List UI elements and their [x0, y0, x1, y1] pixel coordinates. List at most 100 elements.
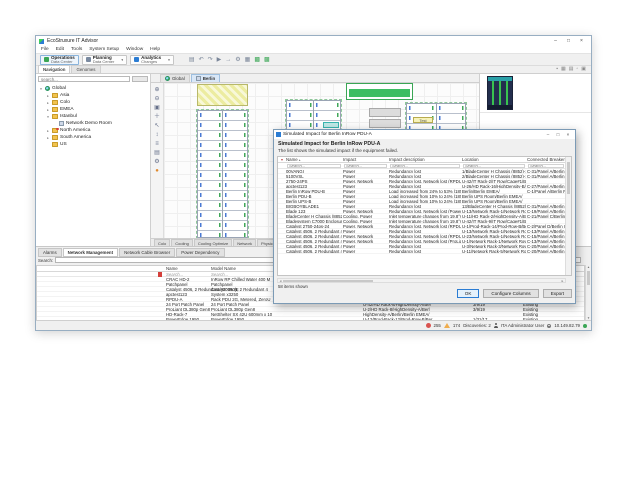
scroll-right-icon[interactable]: ▸	[560, 279, 565, 283]
warning-alarms-icon[interactable]	[444, 323, 450, 328]
close-button[interactable]: ×	[575, 36, 588, 46]
tree-item-colo[interactable]: ▸Colo	[36, 99, 150, 106]
equipment-block[interactable]	[369, 119, 401, 128]
pin-icon[interactable]: ▪	[556, 66, 558, 73]
menu-system-setup[interactable]: System Setup	[89, 47, 119, 52]
column-header-location[interactable]: Location	[461, 157, 526, 162]
menu-edit[interactable]: Edit	[56, 47, 64, 52]
filter-funnel-icon[interactable]: ▼	[278, 157, 285, 162]
save-view-icon[interactable]: ▤	[569, 66, 574, 73]
column-header-impact[interactable]: Impact	[342, 157, 388, 162]
print-icon[interactable]: ▤	[154, 150, 160, 156]
rack-row-left[interactable]	[197, 110, 248, 238]
critical-alarms-icon[interactable]	[426, 323, 431, 328]
maximize-button[interactable]: □	[562, 36, 575, 46]
tree-item-asia[interactable]: ▸Asia	[36, 92, 150, 99]
menu-file[interactable]: File	[41, 47, 49, 52]
expander-icon[interactable]: ▸	[46, 136, 50, 140]
menu-help[interactable]: Help	[150, 47, 160, 52]
impact-description-filter-input[interactable]	[390, 164, 460, 169]
menu-window[interactable]: Window	[126, 47, 143, 52]
scroll-up-icon[interactable]: ▴	[586, 265, 591, 270]
column-header-connected-breaker[interactable]: Connected Breaker	[526, 157, 565, 162]
dropdown-caret-icon[interactable]: ▾	[121, 58, 123, 62]
search-go-button[interactable]	[132, 76, 148, 82]
dialog-maximize-button[interactable]: □	[553, 130, 563, 139]
expander-icon[interactable]: ▸	[46, 94, 50, 98]
perspective-analytics[interactable]: AnalyticsChanges▾	[130, 55, 174, 65]
add-rack-icon[interactable]: ▩	[264, 55, 270, 65]
tree-item-south-america[interactable]: ▸South America	[36, 134, 150, 141]
bottom-table-scrollbar[interactable]: ▴ ▾	[585, 265, 591, 321]
panel-tab-navigation[interactable]: Navigation	[38, 65, 70, 73]
layer-tab-colo[interactable]: Colo	[154, 239, 170, 246]
zoom-in-icon[interactable]: ⊕	[154, 87, 159, 93]
dropdown-caret-icon[interactable]: ▾	[168, 58, 170, 62]
copy-icon[interactable]: ▦	[245, 55, 251, 65]
impact-row[interactable]: Catalyst 4506, 2 Redundant 4200w (EPower…	[278, 249, 565, 254]
save-icon[interactable]: ▤	[189, 55, 195, 65]
minimize-button[interactable]: –	[549, 36, 562, 46]
expander-icon[interactable]: ▾	[39, 87, 43, 91]
export-button[interactable]: Export	[543, 289, 572, 298]
layers-icon[interactable]: ≡	[155, 141, 159, 147]
layer-tab-cooling[interactable]: Cooling	[171, 239, 193, 246]
settings-icon[interactable]: ⚙	[154, 159, 159, 165]
expander-icon[interactable]: ▸	[46, 101, 50, 105]
discoveries-status[interactable]: Discoveries: 2	[463, 323, 491, 328]
warning-alarms-count[interactable]: 174	[453, 323, 460, 328]
connected-breaker-filter-input[interactable]	[528, 164, 564, 169]
selected-pdu-symbol[interactable]	[346, 83, 413, 100]
menu-tools[interactable]: Tools	[71, 47, 82, 52]
location-search-input[interactable]	[38, 76, 130, 82]
zoom-out-icon[interactable]: ⊖	[154, 96, 159, 102]
grid-view-icon[interactable]: ▦	[561, 66, 566, 73]
add-equipment-icon[interactable]: ▩	[254, 55, 260, 65]
tree-item-us[interactable]: US	[36, 141, 150, 148]
alert-dot[interactable]: ●	[155, 168, 159, 174]
layer-tab-cooling-optimize[interactable]: Cooling Optimize	[194, 239, 232, 246]
tree-item-emea[interactable]: ▸EMEA	[36, 106, 150, 113]
column-header-name[interactable]: Name▴	[285, 157, 342, 162]
impact-filter-input[interactable]	[344, 164, 387, 169]
column-header-impact-description[interactable]: Impact description	[388, 157, 461, 162]
critical-alarms-count[interactable]: 255	[434, 323, 441, 328]
rack-column[interactable]	[198, 111, 223, 237]
impact-table-vscrollbar[interactable]	[565, 157, 571, 275]
tree-item-global[interactable]: ▾Global	[36, 85, 150, 92]
dialog-minimize-button[interactable]: –	[543, 130, 553, 139]
dialog-close-button[interactable]: ×	[563, 130, 573, 139]
expander-icon[interactable]: ▾	[46, 115, 50, 119]
ok-button[interactable]: OK	[457, 289, 480, 298]
bottom-tab-alarms[interactable]: Alarms	[38, 248, 62, 257]
configure-columns-button[interactable]: Configure Columns	[483, 289, 538, 298]
impact-table-hscrollbar[interactable]: ◂ ▸	[277, 278, 566, 283]
tree-item-north-america[interactable]: ▸North America	[36, 127, 150, 134]
minimize-panel-icon[interactable]: ▫	[576, 66, 578, 73]
equipment-block[interactable]	[369, 108, 401, 117]
expander-icon[interactable]: ▸	[46, 108, 50, 112]
rack-column[interactable]	[223, 111, 247, 237]
layout-icon[interactable]: ▣	[581, 66, 586, 73]
pan-icon[interactable]: ＋	[154, 114, 160, 120]
perspective-operations[interactable]: OperationsData Center	[40, 55, 79, 65]
location-filter-input[interactable]	[463, 164, 525, 169]
expander-icon[interactable]: ▸	[46, 129, 50, 133]
layer-tab-network[interactable]: Network	[233, 239, 256, 246]
zoom-fit-icon[interactable]: ▣	[154, 105, 160, 111]
select-icon[interactable]: ↖	[154, 123, 159, 129]
undo-icon[interactable]: ↶	[199, 55, 204, 65]
map-tab-global[interactable]: Global	[160, 74, 190, 82]
map-tab-berlin[interactable]: Berlin	[191, 74, 220, 82]
bottom-tab-power-dependency[interactable]: Power Dependency	[176, 248, 224, 257]
redo-icon[interactable]: ↷	[208, 55, 213, 65]
name-filter-input[interactable]	[287, 164, 341, 169]
tree-item-istanbul[interactable]: ▾Istanbul	[36, 113, 150, 120]
bottom-tab-network-management[interactable]: Network Management	[63, 248, 118, 257]
panel-tab-genomes[interactable]: Genomes	[71, 65, 100, 73]
perspective-planning[interactable]: PlanningData Center▾	[82, 55, 127, 65]
pdu-preview-image[interactable]	[487, 76, 513, 110]
tree-item-network-demo-room[interactable]: Network Demo Room	[36, 120, 150, 127]
measure-icon[interactable]: ↕	[156, 132, 159, 138]
export-icon[interactable]: →	[225, 55, 231, 65]
